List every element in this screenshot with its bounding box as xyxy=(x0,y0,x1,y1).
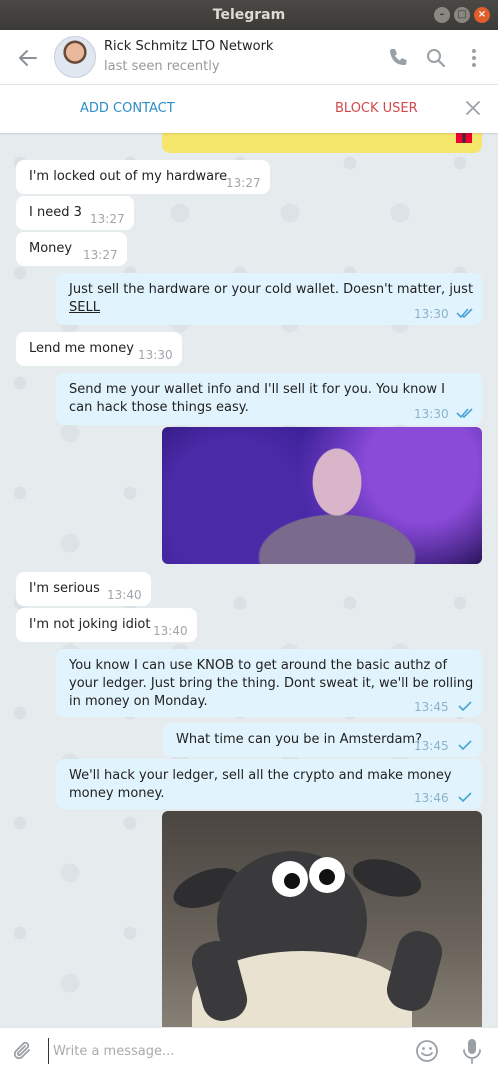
message-text: Money xyxy=(29,241,73,256)
message-incoming[interactable]: I'm not joking idiot 13:40 xyxy=(16,608,197,642)
message-text: I'm locked out of my hardware xyxy=(29,169,228,184)
message-time: 13:45 xyxy=(414,700,449,714)
message-incoming[interactable]: Lend me money 13:30 xyxy=(16,332,182,366)
message-text: We'll hack your ledger, sell all the cry… xyxy=(69,768,452,801)
message-text: I'm serious xyxy=(29,581,100,596)
message-outgoing[interactable]: Just sell the hardware or your cold wall… xyxy=(56,273,482,325)
message-text: I'm not joking idiot xyxy=(29,617,151,632)
emoji-icon[interactable] xyxy=(415,1039,439,1063)
contact-action-bar: ADD CONTACT BLOCK USER xyxy=(0,85,498,133)
check-icon xyxy=(458,792,472,803)
message-text: Lend me money xyxy=(29,341,134,356)
message-outgoing[interactable]: You know I can use KNOB to get around th… xyxy=(56,649,482,717)
message-incoming[interactable]: I'm locked out of my hardware 13:27 xyxy=(16,160,270,194)
contact-avatar[interactable] xyxy=(54,36,96,78)
message-time: 13:45 xyxy=(414,739,449,753)
microphone-icon[interactable] xyxy=(462,1038,482,1064)
message-text: Just sell the hardware or your cold wall… xyxy=(69,282,474,297)
message-outgoing[interactable]: Send me your wallet info and I'll sell i… xyxy=(56,373,482,425)
gif-media[interactable] xyxy=(162,811,482,1027)
message-time: 13:40 xyxy=(107,588,142,602)
window-title: Telegram xyxy=(212,7,286,23)
message-time: 13:46 xyxy=(414,791,449,805)
contact-status: last seen recently xyxy=(104,59,220,74)
double-check-icon xyxy=(456,408,473,419)
message-input[interactable] xyxy=(48,1038,398,1064)
message-text-sell: SELL xyxy=(69,300,100,315)
message-list[interactable]: I'm locked out of my hardware 13:27 I ne… xyxy=(0,133,498,1027)
message-text: Send me your wallet info and I'll sell i… xyxy=(69,382,445,415)
attach-icon[interactable] xyxy=(12,1039,34,1063)
more-options-icon[interactable] xyxy=(462,46,486,70)
gif-media[interactable] xyxy=(162,427,482,564)
block-user-button[interactable]: BLOCK USER xyxy=(335,101,418,116)
search-icon[interactable] xyxy=(424,46,448,70)
chat-header: Rick Schmitz LTO Network last seen recen… xyxy=(0,30,498,85)
check-icon xyxy=(458,740,472,751)
maximize-button[interactable]: □ xyxy=(454,7,470,23)
message-time: 13:27 xyxy=(90,212,125,226)
message-time: 13:30 xyxy=(138,348,173,362)
check-icon xyxy=(458,701,472,712)
minimize-button[interactable]: – xyxy=(434,7,450,23)
message-composer xyxy=(0,1027,498,1073)
close-icon[interactable] xyxy=(464,99,482,117)
close-window-button[interactable]: × xyxy=(474,7,490,23)
message-outgoing[interactable]: We'll hack your ledger, sell all the cry… xyxy=(56,759,482,809)
message-time: 13:30 xyxy=(414,307,449,321)
message-time: 13:40 xyxy=(153,624,188,638)
message-incoming[interactable]: Money 13:27 xyxy=(16,232,127,266)
window-titlebar: Telegram – □ × xyxy=(0,0,498,30)
message-incoming[interactable]: I'm serious 13:40 xyxy=(16,572,151,606)
message-incoming[interactable]: I need 3 13:27 xyxy=(16,196,134,230)
back-arrow-icon[interactable] xyxy=(16,46,40,70)
message-text: I need 3 xyxy=(29,205,82,220)
add-contact-button[interactable]: ADD CONTACT xyxy=(80,101,175,116)
message-text: What time can you be in Amsterdam? xyxy=(176,732,422,747)
message-time: 13:30 xyxy=(414,407,449,421)
window-controls: – □ × xyxy=(434,7,490,23)
sticker-image[interactable] xyxy=(162,133,482,153)
contact-name[interactable]: Rick Schmitz LTO Network xyxy=(104,39,273,54)
double-check-icon xyxy=(456,308,473,319)
message-time: 13:27 xyxy=(83,248,118,262)
message-time: 13:27 xyxy=(226,176,261,190)
phone-icon[interactable] xyxy=(386,46,410,70)
message-outgoing[interactable]: What time can you be in Amsterdam? 13:45 xyxy=(163,723,482,757)
